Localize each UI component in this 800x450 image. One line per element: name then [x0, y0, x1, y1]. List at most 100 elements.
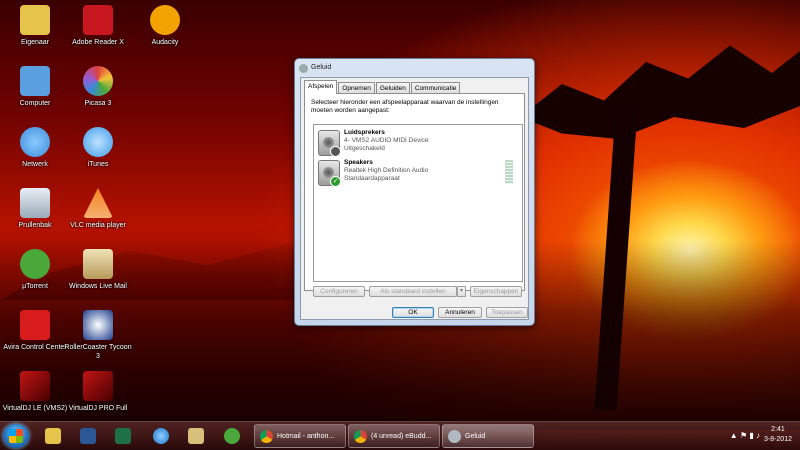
taskbar-pin-word[interactable] — [72, 424, 104, 448]
desktop-icon-label: Windows Live Mail — [69, 283, 127, 290]
dialog-title: Geluid — [311, 64, 332, 71]
desktop-icon-computer[interactable]: Computer — [0, 66, 70, 108]
windows-logo-icon — [9, 429, 23, 443]
desktop-icon-label: Eigenaar — [20, 39, 50, 46]
taskbar-pin-internet-explorer[interactable] — [145, 424, 177, 448]
task-label: Hotmail - anthon... — [277, 433, 335, 440]
speaker-icon — [299, 64, 308, 73]
apply-button[interactable]: Toepassen — [486, 307, 528, 318]
volume-icon[interactable]: ♪ — [756, 431, 760, 440]
set-default-button[interactable]: Als standaard instellen — [369, 286, 457, 297]
desktop-icon-label: Computer — [19, 100, 51, 107]
desktop-icon-virtualdj-le[interactable]: VirtualDJ LE (VMS2) — [0, 371, 70, 413]
device-item-speakers[interactable]: ✓ Speakers Realtek High Definition Audio… — [317, 158, 517, 188]
clock[interactable]: 2:41 3-8-2012 — [764, 425, 792, 445]
taskbar-pin-utorrent[interactable] — [216, 424, 248, 448]
configure-button[interactable]: Configureren — [313, 286, 365, 297]
desktop-icon-label: RollerCoaster Tycoon 3 — [64, 344, 132, 360]
virtualdj-icon — [20, 371, 50, 401]
device-status: Uitgeschakeld — [344, 145, 385, 152]
desktop-icon-windows-live-mail[interactable]: Windows Live Mail — [63, 249, 133, 291]
task-label: (4 unread) eBudd... — [371, 433, 432, 440]
tab-panel-afspelen: Selecteer hieronder een afspeelapparaat … — [304, 93, 525, 297]
desktop-icon-itunes[interactable]: iTunes — [63, 127, 133, 169]
excel-icon — [115, 428, 131, 444]
folder-icon — [45, 428, 61, 444]
recycle-bin-icon — [20, 188, 50, 218]
task-label: Geluid — [465, 433, 486, 440]
instruction-text: Selecteer hieronder een afspeelapparaat … — [311, 99, 499, 114]
chrome-icon — [354, 430, 367, 443]
audacity-icon — [150, 5, 180, 35]
network-icon — [20, 127, 50, 157]
virtualdj-pro-icon — [83, 371, 113, 401]
desktop-icon-virtualdj-pro[interactable]: VirtualDJ PRO Full — [63, 371, 133, 413]
device-driver: 4- VMS2 AUDIO MIDI Device — [344, 137, 429, 144]
rollercoaster-tycoon-icon — [83, 310, 113, 340]
taskbar-task-hotmail[interactable]: Hotmail - anthon... — [254, 424, 346, 448]
desktop-icon-avira[interactable]: Avira Control Center — [0, 310, 70, 352]
flag-icon[interactable]: ⚑ — [740, 431, 747, 440]
desktop-icon-label: Avira Control Center — [3, 344, 67, 351]
windows-live-mail-icon — [83, 249, 113, 279]
avira-icon — [20, 310, 50, 340]
taskbar-pin-excel[interactable] — [107, 424, 139, 448]
itunes-icon — [83, 127, 113, 157]
utorrent-icon — [224, 428, 240, 444]
desktop-icon-utorrent[interactable]: µTorrent — [0, 249, 70, 291]
taskbar: Hotmail - anthon... (4 unread) eBudd... … — [0, 421, 800, 450]
start-button[interactable] — [3, 424, 29, 448]
device-list[interactable]: Luidsprekers 4- VMS2 AUDIO MIDI Device U… — [313, 124, 523, 282]
system-tray: ▲ ⚑ ▮ ♪ — [730, 431, 760, 440]
taskbar-pin-libraries[interactable] — [180, 424, 212, 448]
taskbar-pin-explorer[interactable] — [37, 424, 69, 448]
desktop-icon-label: Picasa 3 — [84, 100, 112, 107]
taskbar-task-geluid[interactable]: Geluid — [442, 424, 534, 448]
desktop-icon-label: Audacity — [151, 39, 179, 46]
properties-button[interactable]: Eigenschappen — [470, 286, 522, 297]
desktop-icon-eigenaar[interactable]: Eigenaar — [0, 5, 70, 47]
utorrent-icon — [20, 249, 50, 279]
taskbar-task-ebuddy[interactable]: (4 unread) eBudd... — [348, 424, 440, 448]
desktop-icon-rollercoaster-tycoon[interactable]: RollerCoaster Tycoon 3 — [63, 310, 133, 361]
wallpaper-tree-crown — [520, 45, 800, 139]
desktop-icon-audacity[interactable]: Audacity — [130, 5, 200, 47]
computer-icon — [20, 66, 50, 96]
dialog-titlebar[interactable]: Geluid — [299, 62, 331, 74]
user-folder-icon — [20, 5, 50, 35]
sound-icon — [448, 430, 461, 443]
desktop-icon-label: µTorrent — [22, 283, 48, 290]
ok-button[interactable]: OK — [392, 307, 434, 318]
set-default-dropdown-arrow[interactable]: ▾ — [457, 286, 466, 297]
adobe-reader-icon — [83, 5, 113, 35]
device-name: Speakers — [344, 159, 373, 166]
clock-time: 2:41 — [771, 426, 785, 433]
desktop-icon-label: VirtualDJ LE (VMS2) — [2, 405, 68, 412]
default-check-icon: ✓ — [330, 176, 341, 187]
picasa-icon — [83, 66, 113, 96]
desktop-icon-label: Prullenbak — [18, 222, 52, 229]
libraries-icon — [188, 428, 204, 444]
network-status-icon[interactable]: ▮ — [749, 431, 753, 440]
internet-explorer-icon — [153, 428, 169, 444]
clock-date: 3-8-2012 — [763, 436, 792, 443]
device-item-luidsprekers[interactable]: Luidsprekers 4- VMS2 AUDIO MIDI Device U… — [317, 128, 517, 158]
device-name: Luidsprekers — [344, 129, 385, 136]
desktop-icon-netwerk[interactable]: Netwerk — [0, 127, 70, 169]
cancel-button[interactable]: Annuleren — [438, 307, 482, 318]
chrome-icon — [260, 430, 273, 443]
device-status: Standaardapparaat — [344, 175, 400, 182]
device-driver: Realtek High Definition Audio — [344, 167, 429, 174]
word-icon — [80, 428, 96, 444]
desktop-icon-prullenbak[interactable]: Prullenbak — [0, 188, 70, 230]
desktop-icon-label: VirtualDJ PRO Full — [68, 405, 128, 412]
desktop-icon-adobe-reader[interactable]: Adobe Reader X — [63, 5, 133, 47]
tab-afspelen[interactable]: Afspelen — [304, 80, 338, 94]
dialog-client: Afspelen Opnemen Geluiden Communicatie S… — [300, 77, 529, 320]
disabled-badge-icon — [330, 146, 341, 157]
desktop-icon-vlc[interactable]: VLC media player — [63, 188, 133, 230]
desktop-icon-picasa[interactable]: Picasa 3 — [63, 66, 133, 108]
tab-strip: Afspelen Opnemen Geluiden Communicatie — [304, 80, 461, 94]
desktop-icon-label: VLC media player — [70, 222, 126, 229]
show-hidden-icons-icon[interactable]: ▲ — [730, 431, 738, 440]
